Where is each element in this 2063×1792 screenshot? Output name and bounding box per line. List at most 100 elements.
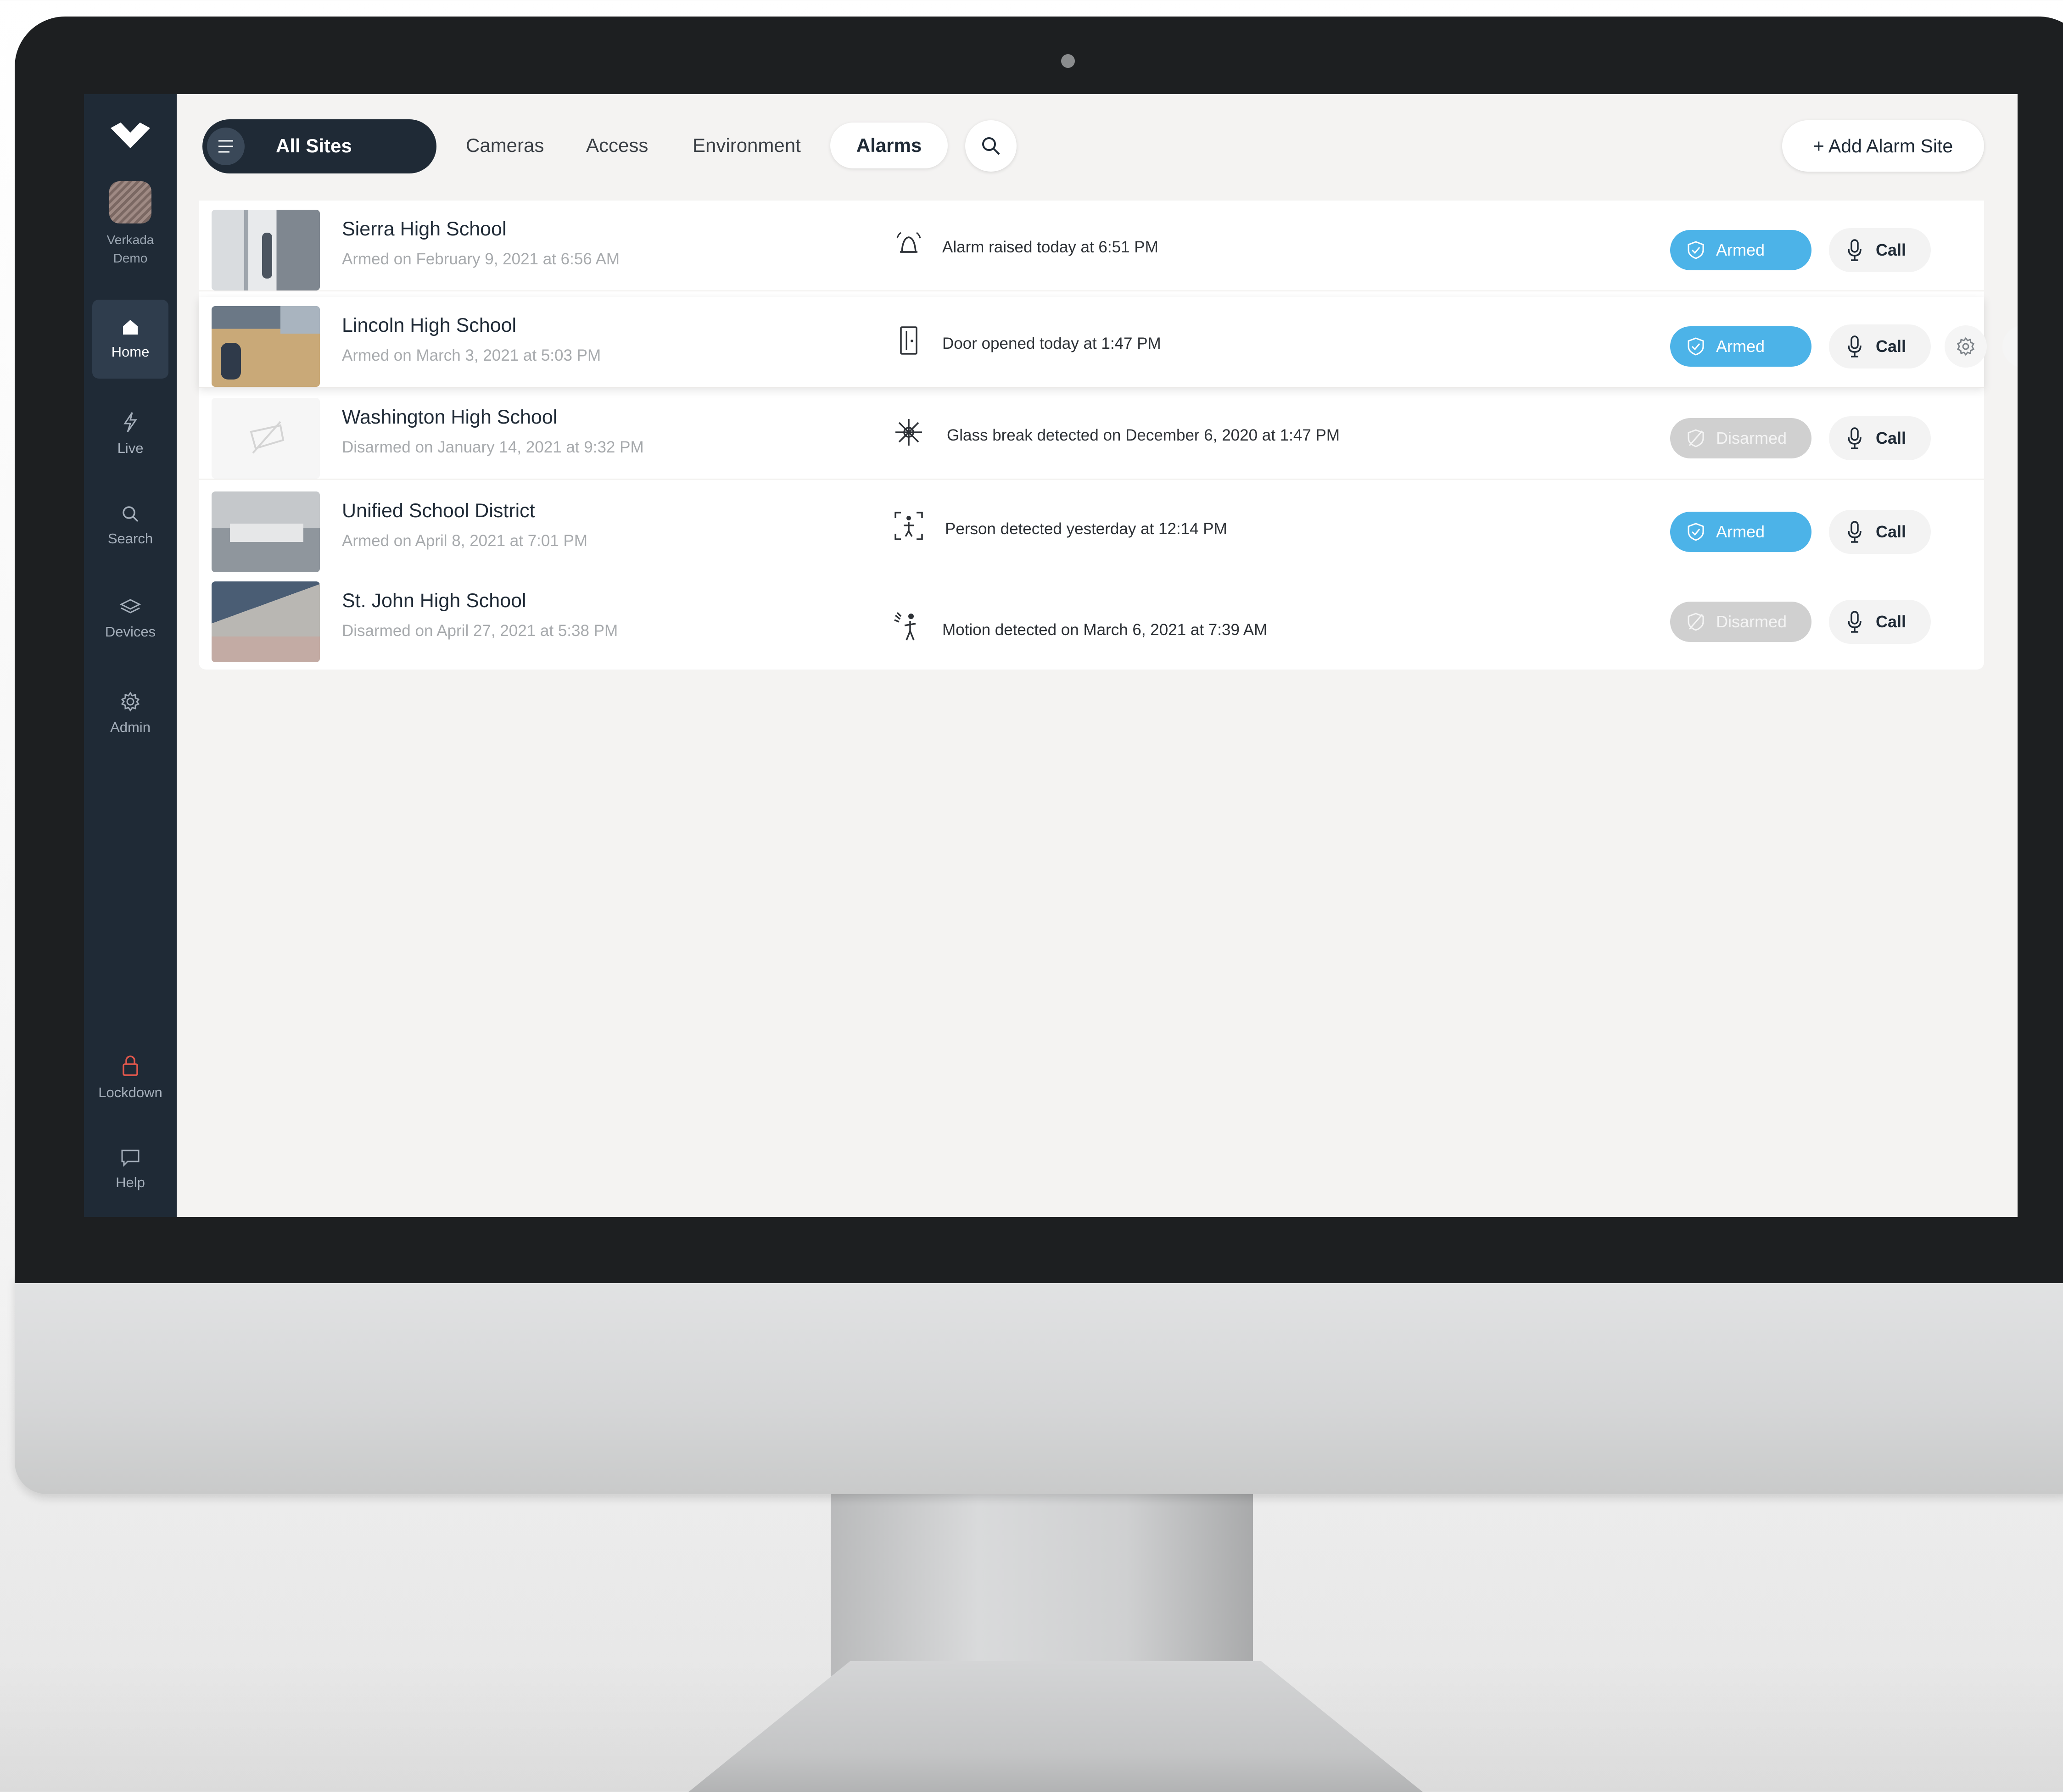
call-label: Call (1876, 240, 1906, 259)
call-button[interactable]: Call (1829, 228, 1931, 272)
site-name[interactable]: Unified School District (342, 500, 535, 522)
org-avatar (109, 181, 151, 223)
top-bar: All Sites Cameras Access Environment Ala… (84, 94, 2018, 186)
sidebar-item-help[interactable]: Help (92, 1130, 168, 1209)
microphone-icon (1848, 239, 1862, 261)
event-text: Motion detected on March 6, 2021 at 7:39… (942, 621, 1268, 639)
search-icon (982, 137, 1000, 155)
sidebar-item-home[interactable]: Home (92, 300, 168, 379)
add-alarm-site-button[interactable]: + Add Alarm Site (1782, 120, 1984, 172)
armed-toggle[interactable]: Armed (1670, 230, 1811, 270)
monitor-chin (15, 1276, 2063, 1494)
search-button[interactable] (965, 120, 1017, 172)
sidebar-item-label: Devices (105, 624, 156, 640)
tab-environment[interactable]: Environment (693, 123, 801, 168)
app-screen: Verkada Demo Home Live Search Devices Ad… (84, 94, 2018, 1217)
status-label: Disarmed (1716, 612, 1787, 631)
call-button[interactable]: Call (1829, 416, 1931, 460)
sidebar-item-label: Lockdown (98, 1084, 162, 1100)
sidebar-item-label: Live (117, 440, 144, 456)
microphone-icon (1848, 611, 1862, 633)
site-status-time: Armed on February 9, 2021 at 6:56 AM (342, 250, 620, 268)
call-button[interactable]: Call (1829, 510, 1931, 554)
status-label: Armed (1716, 240, 1765, 259)
shield-check-icon (1688, 337, 1704, 356)
site-name[interactable]: Sierra High School (342, 218, 507, 240)
site-settings-button[interactable] (1945, 325, 1987, 368)
door-icon (900, 326, 917, 355)
call-label: Call (1876, 612, 1906, 631)
site-thumbnail (212, 491, 320, 572)
menu-button[interactable] (207, 128, 245, 165)
table-row[interactable]: Lincoln High School Armed on March 3, 20… (199, 297, 2018, 388)
sidebar-item-live[interactable]: Live (92, 393, 168, 472)
site-thumbnail (212, 581, 320, 662)
site-name[interactable]: St. John High School (342, 590, 526, 612)
table-row[interactable]: St. John High School Disarmed on April 2… (199, 572, 1984, 662)
table-row[interactable]: Washington High School Disarmed on Janua… (199, 389, 1984, 480)
sidebar-item-lockdown[interactable]: Lockdown (92, 1037, 168, 1116)
call-label: Call (1876, 522, 1906, 541)
motion-icon (894, 612, 916, 641)
site-thumbnail (212, 306, 320, 387)
site-selector-label: All Sites (276, 135, 352, 156)
lock-icon (123, 1055, 138, 1076)
table-row[interactable]: Unified School District Armed on April 8… (199, 482, 1984, 573)
call-button[interactable]: Call (1829, 324, 1931, 368)
site-status-time: Armed on March 3, 2021 at 5:03 PM (342, 346, 601, 364)
event-text: Person detected yesterday at 12:14 PM (945, 520, 1227, 538)
site-status-time: Disarmed on April 27, 2021 at 5:38 PM (342, 622, 618, 640)
chat-icon (121, 1150, 140, 1167)
site-selector[interactable]: All Sites (202, 119, 436, 173)
microphone-icon (1848, 521, 1862, 543)
person-detect-icon (895, 512, 923, 540)
sidebar-item-label: Search (107, 530, 153, 547)
site-thumbnail (212, 210, 320, 290)
armed-toggle[interactable]: Armed (1670, 326, 1811, 367)
microphone-icon (1848, 427, 1862, 449)
site-status-time: Disarmed on January 14, 2021 at 9:32 PM (342, 438, 644, 456)
org-name: Verkada Demo (106, 233, 154, 265)
shield-check-icon (1688, 241, 1704, 259)
site-status-time: Armed on April 8, 2021 at 7:01 PM (342, 532, 588, 550)
sidebar-item-admin[interactable]: Admin (92, 673, 168, 752)
glass-break-icon (895, 419, 922, 446)
home-icon (123, 320, 138, 335)
camera-dot (1061, 54, 1075, 68)
event-text: Glass break detected on December 6, 2020… (947, 426, 1340, 444)
armed-toggle[interactable]: Disarmed (1670, 418, 1811, 458)
sidebar-item-label: Help (116, 1174, 145, 1190)
tab-access[interactable]: Access (586, 123, 648, 168)
site-thumbnail (212, 398, 320, 479)
shield-off-icon (1688, 429, 1704, 447)
delete-site-button[interactable] (2002, 325, 2018, 368)
sidebar-item-devices[interactable]: Devices (92, 580, 168, 659)
search-icon (123, 506, 139, 522)
armed-toggle[interactable]: Armed (1670, 512, 1811, 552)
call-label: Call (1876, 429, 1906, 447)
armed-toggle[interactable]: Disarmed (1670, 602, 1811, 642)
sidebar: Verkada Demo Home Live Search Devices Ad… (84, 94, 177, 1217)
sidebar-item-label: Home (111, 344, 150, 360)
site-name[interactable]: Lincoln High School (342, 314, 516, 337)
devices-icon (119, 599, 141, 614)
no-camera-icon (250, 421, 285, 454)
site-name[interactable]: Washington High School (342, 406, 557, 429)
alarm-bell-icon (896, 232, 921, 253)
event-text: Door opened today at 1:47 PM (942, 335, 1161, 352)
tab-alarms[interactable]: Alarms (830, 123, 948, 168)
tab-cameras[interactable]: Cameras (466, 123, 544, 168)
trash-icon (2013, 336, 2018, 357)
call-label: Call (1876, 337, 1906, 356)
sidebar-item-label: Admin (110, 719, 151, 735)
microphone-icon (1848, 335, 1862, 357)
shield-off-icon (1688, 613, 1704, 631)
gear-icon (1957, 337, 1975, 356)
alarm-site-list: Sierra High School Armed on February 9, … (199, 201, 2018, 670)
org-switcher[interactable]: Verkada Demo (84, 181, 177, 268)
event-text: Alarm raised today at 6:51 PM (942, 238, 1158, 256)
shield-check-icon (1688, 523, 1704, 541)
table-row[interactable]: Sierra High School Armed on February 9, … (199, 201, 1984, 291)
call-button[interactable]: Call (1829, 600, 1931, 644)
sidebar-item-search[interactable]: Search (92, 486, 168, 565)
